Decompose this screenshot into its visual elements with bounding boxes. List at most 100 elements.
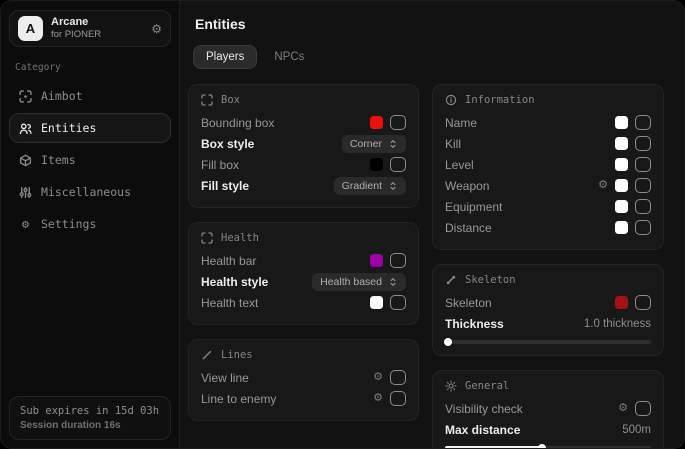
sidebar-item-miscellaneous[interactable]: Miscellaneous [9, 177, 171, 207]
view-line-gear-icon[interactable]: ⚙ [373, 372, 383, 383]
fill-box-checkbox[interactable] [390, 157, 406, 172]
fill-style-value: Gradient [342, 180, 382, 192]
page-title: Entities [195, 16, 675, 32]
line-to-enemy-checkbox[interactable] [390, 391, 406, 406]
weapon-checkbox[interactable] [635, 178, 651, 193]
view-line-label: View line [201, 371, 249, 385]
tab-npcs[interactable]: NPCs [261, 45, 317, 69]
weapon-row: Weapon ⚙ [445, 175, 651, 196]
card-title: Skeleton [465, 274, 516, 286]
skeleton-color-swatch[interactable] [615, 296, 628, 309]
health-text-checkbox[interactable] [390, 295, 406, 310]
fill-box-color-swatch[interactable] [370, 158, 383, 171]
sidebar-item-label: Entities [41, 121, 96, 135]
subscription-card: Sub expires in 15d 03h Session duration … [9, 396, 171, 440]
line-icon [201, 349, 213, 361]
information-card: Information Name Kill [432, 84, 664, 250]
max-distance-slider-handle[interactable] [538, 444, 546, 449]
health-text-row: Health text [201, 292, 406, 313]
box-style-label: Box style [201, 137, 254, 151]
package-icon [19, 154, 32, 167]
bounding-box-row: Bounding box [201, 112, 406, 133]
sub-expires-text: Sub expires in 15d 03h [20, 405, 160, 417]
arcane-menu-window: A Arcane for PIONER ⚙ Category Aimbot En… [0, 0, 685, 449]
equipment-color-swatch[interactable] [615, 200, 628, 213]
card-title: Box [221, 94, 240, 106]
card-title: Lines [221, 349, 253, 361]
app-logo: A [18, 16, 43, 41]
sidebar-item-label: Miscellaneous [41, 185, 131, 199]
level-label: Level [445, 158, 474, 172]
equipment-label: Equipment [445, 200, 502, 214]
view-line-row: View line ⚙ [201, 367, 406, 388]
level-checkbox[interactable] [635, 157, 651, 172]
bounding-box-checkbox[interactable] [390, 115, 406, 130]
sidebar-item-aimbot[interactable]: Aimbot [9, 81, 171, 111]
box-style-row: Box style Corner [201, 133, 406, 154]
sidebar-item-settings[interactable]: ⚙ Settings [9, 209, 171, 239]
equipment-checkbox[interactable] [635, 199, 651, 214]
fill-box-label: Fill box [201, 158, 239, 172]
app-subtitle: for PIONER [51, 29, 101, 41]
equipment-row: Equipment [445, 196, 651, 217]
level-color-swatch[interactable] [615, 158, 628, 171]
fill-style-dropdown[interactable]: Gradient [334, 177, 406, 195]
thickness-slider-handle[interactable] [444, 338, 452, 346]
health-bar-checkbox[interactable] [390, 253, 406, 268]
select-icon [388, 277, 398, 287]
bounding-box-color-swatch[interactable] [370, 116, 383, 129]
line-to-enemy-gear-icon[interactable]: ⚙ [373, 393, 383, 404]
distance-color-swatch[interactable] [615, 221, 628, 234]
line-to-enemy-row: Line to enemy ⚙ [201, 388, 406, 409]
name-checkbox[interactable] [635, 115, 651, 130]
name-label: Name [445, 116, 477, 130]
general-card: General Visibility check ⚙ Max distance … [432, 370, 664, 449]
card-title: Health [221, 232, 259, 244]
weapon-gear-icon[interactable]: ⚙ [598, 180, 608, 191]
skeleton-checkbox[interactable] [635, 295, 651, 310]
max-distance-label: Max distance [445, 423, 520, 437]
health-bar-label: Health bar [201, 254, 256, 268]
sidebar-item-entities[interactable]: Entities [9, 113, 171, 143]
visibility-check-gear-icon[interactable]: ⚙ [618, 403, 628, 414]
card-title: General [465, 380, 509, 392]
app-header-card: A Arcane for PIONER ⚙ [9, 10, 171, 47]
sidebar-item-label: Settings [41, 217, 96, 231]
app-settings-icon[interactable]: ⚙ [151, 22, 162, 36]
box-style-dropdown[interactable]: Corner [342, 135, 406, 153]
crosshair-icon [19, 90, 32, 103]
distance-checkbox[interactable] [635, 220, 651, 235]
visibility-check-label: Visibility check [445, 402, 523, 416]
health-text-color-swatch[interactable] [370, 296, 383, 309]
kill-checkbox[interactable] [635, 136, 651, 151]
tab-players[interactable]: Players [193, 45, 257, 69]
sun-icon [445, 380, 457, 392]
kill-color-swatch[interactable] [615, 137, 628, 150]
info-icon [445, 94, 457, 106]
bounding-box-label: Bounding box [201, 116, 274, 130]
health-card: Health Health bar Health style Health ba… [188, 222, 419, 325]
name-row: Name [445, 112, 651, 133]
sidebar-item-label: Aimbot [41, 89, 83, 103]
name-color-swatch[interactable] [615, 116, 628, 129]
weapon-color-swatch[interactable] [615, 179, 628, 192]
sidebar: A Arcane for PIONER ⚙ Category Aimbot En… [1, 1, 180, 448]
visibility-check-row: Visibility check ⚙ [445, 398, 651, 419]
fill-box-row: Fill box [201, 154, 406, 175]
health-style-row: Health style Health based [201, 271, 406, 292]
max-distance-row: Max distance 500m [445, 419, 651, 440]
health-bar-color-swatch[interactable] [370, 254, 383, 267]
skeleton-row: Skeleton [445, 292, 651, 313]
health-style-dropdown[interactable]: Health based [312, 273, 406, 291]
view-line-checkbox[interactable] [390, 370, 406, 385]
max-distance-value: 500m [622, 424, 651, 436]
sidebar-item-items[interactable]: Items [9, 145, 171, 175]
skeleton-label: Skeleton [445, 296, 492, 310]
select-icon [388, 139, 398, 149]
visibility-check-checkbox[interactable] [635, 401, 651, 416]
thickness-value: 1.0 thickness [584, 318, 651, 330]
thickness-slider[interactable] [445, 340, 651, 344]
gear-icon: ⚙ [19, 218, 32, 231]
main-content: Entities Players NPCs Box Bounding box [180, 1, 684, 448]
box-style-value: Corner [350, 138, 382, 150]
